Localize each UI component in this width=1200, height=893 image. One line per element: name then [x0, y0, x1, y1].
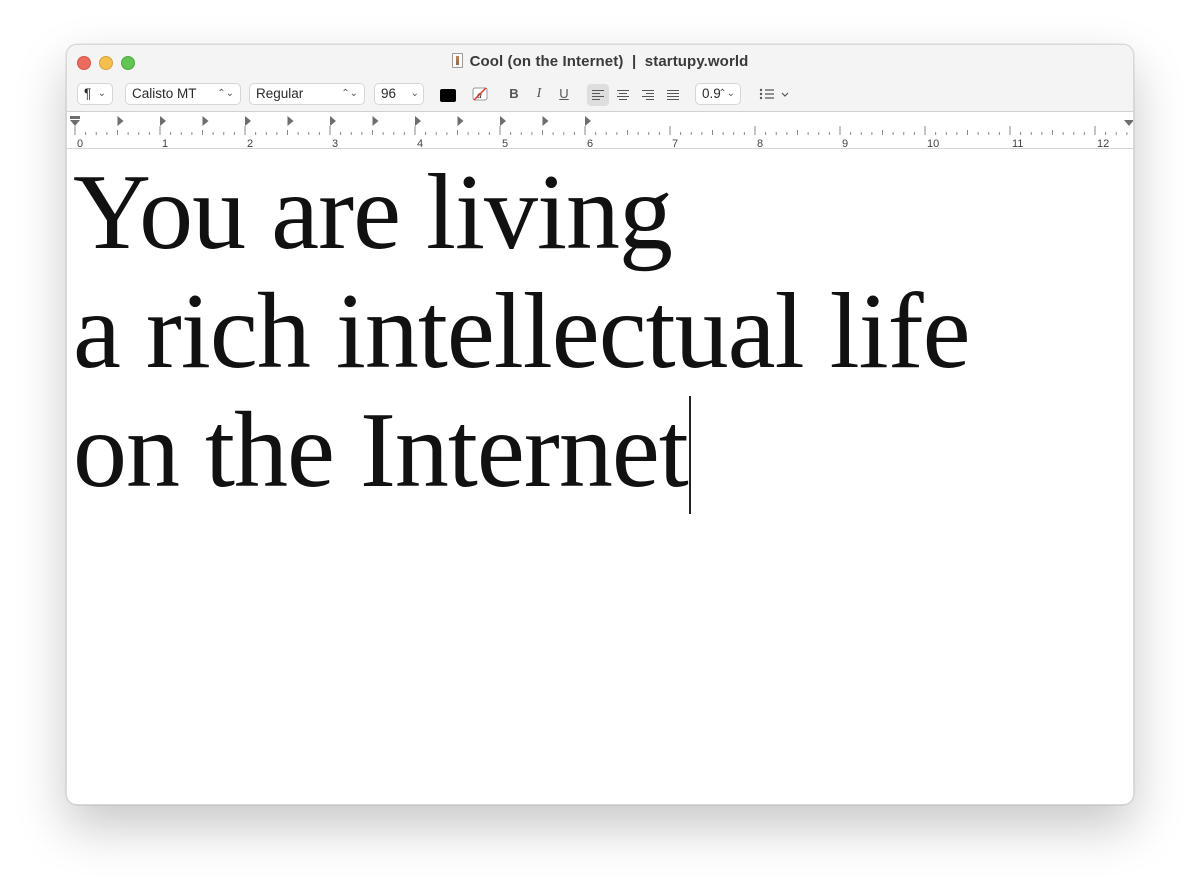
font-family-value: Calisto MT	[132, 86, 197, 101]
tab-stop-marker	[415, 116, 421, 126]
format-toolbar: ¶ ⌄ Calisto MT ⌃⌄ Regular ⌃⌄ 96 ⌄ a B I …	[67, 81, 1133, 111]
tab-stop-marker	[117, 116, 124, 126]
align-justify-button[interactable]	[662, 84, 684, 106]
up-down-chevron-icon: ⌃⌄	[341, 88, 358, 99]
text-color-well[interactable]	[440, 89, 456, 102]
bulleted-list-icon	[759, 88, 789, 100]
text-ruler[interactable]: 0 1 2 3 4 5 6 7 8 9 10 11 12	[67, 111, 1133, 150]
window-title: Cool (on the Internet) | startupy.world	[67, 53, 1133, 70]
tab-stop-marker	[542, 116, 549, 126]
text-insertion-caret	[688, 396, 691, 514]
document-body[interactable]: You are living a rich intellectual life …	[67, 149, 1133, 804]
chevron-down-icon: ⌄	[97, 88, 106, 99]
document-line: on the Internet	[73, 391, 970, 514]
text-editor-window: Cool (on the Internet) | startupy.world …	[66, 44, 1134, 805]
tab-stop-marker	[160, 116, 166, 126]
up-down-chevron-icon: ⌃⌄	[217, 88, 234, 99]
document-line: a rich intellectual life	[73, 272, 971, 391]
title-bar[interactable]: Cool (on the Internet) | startupy.world	[67, 45, 1133, 81]
line-spacing-popup[interactable]: 0.9 ⌃⌄	[695, 83, 741, 105]
up-down-chevron-icon: ⌃⌄	[718, 88, 735, 99]
document-line: You are living	[73, 153, 673, 272]
paragraph-style-icon: ¶	[84, 86, 92, 101]
chevron-down-icon: ⌄	[410, 88, 419, 99]
document-text[interactable]: You are living a rich intellectual life …	[73, 153, 971, 514]
tab-stop-marker	[330, 116, 336, 126]
tab-stop-marker	[585, 116, 591, 126]
tab-stop-marker	[245, 116, 251, 126]
right-margin-marker	[1124, 120, 1133, 126]
tab-stop-marker	[372, 116, 379, 126]
ruler-scale: 0 1 2 3 4 5 6 7 8 9 10 11 12	[70, 116, 1133, 150]
font-family-popup[interactable]: Calisto MT ⌃⌄	[125, 83, 241, 105]
list-style-popup[interactable]	[755, 84, 793, 104]
tab-stop-marker	[287, 116, 294, 126]
document-line-text: on the Internet	[73, 391, 689, 510]
font-style-popup[interactable]: Regular ⌃⌄	[249, 83, 365, 105]
document-proxy-icon[interactable]	[451, 53, 463, 68]
window-title-text: Cool (on the Internet) | startupy.world	[469, 53, 749, 70]
italic-button[interactable]: I	[528, 84, 550, 104]
font-size-combo[interactable]: 96 ⌄	[374, 83, 424, 105]
tab-stop-marker	[457, 116, 464, 126]
no-highlight-icon: a	[472, 87, 488, 101]
first-line-indent-marker	[70, 116, 80, 119]
align-center-button[interactable]	[612, 84, 634, 106]
tab-stop-marker	[202, 116, 209, 126]
left-indent-marker	[70, 120, 80, 126]
alignment-segmented-control	[587, 84, 685, 106]
highlight-color-well[interactable]: a	[470, 84, 490, 104]
align-right-button[interactable]	[637, 84, 659, 106]
tab-stop-marker	[500, 116, 506, 126]
font-style-value: Regular	[256, 86, 304, 101]
bold-button[interactable]: B	[503, 84, 525, 104]
underline-button[interactable]: U	[553, 84, 575, 104]
align-left-button[interactable]	[587, 84, 609, 106]
font-size-value: 96	[381, 86, 397, 101]
paragraph-style-popup[interactable]: ¶ ⌄	[77, 83, 113, 105]
